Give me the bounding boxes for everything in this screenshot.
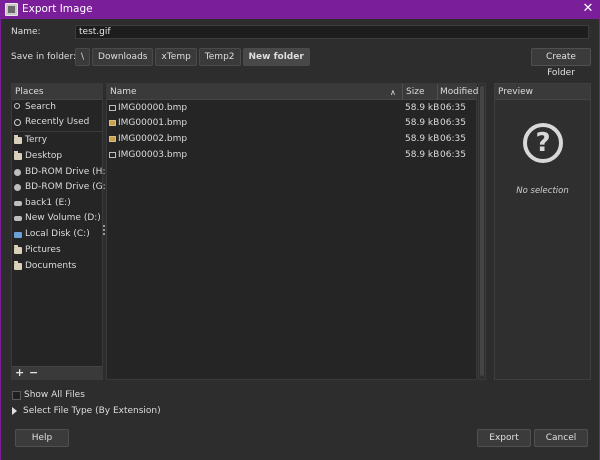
place-label: Local Disk (C:)	[25, 229, 90, 239]
place-bd-rom-g[interactable]: BD-ROM Drive (G:)	[12, 180, 109, 195]
place-label: Documents	[25, 261, 77, 271]
places-header: Places	[12, 84, 102, 100]
file-list-header: Name ∧ Size Modified	[107, 84, 478, 100]
network-drive-icon	[14, 232, 22, 238]
place-label: New Volume (D:)	[25, 213, 101, 223]
place-new-volume[interactable]: New Volume (D:)	[12, 211, 102, 226]
place-bd-rom-h[interactable]: BD-ROM Drive (H:)	[12, 165, 109, 180]
drive-icon	[14, 216, 22, 221]
cancel-button[interactable]: Cancel	[534, 429, 588, 447]
place-label: Terry	[25, 135, 48, 145]
close-icon[interactable]: ✕	[580, 1, 596, 17]
expander-arrow-icon[interactable]	[12, 407, 17, 415]
file-list-scrollbar[interactable]	[478, 83, 486, 380]
table-row[interactable]: IMG00002.bmp 58.9 kB 06:35	[107, 131, 476, 147]
place-label: back1 (E:)	[25, 198, 71, 208]
name-label: Name:	[11, 27, 41, 37]
app-icon	[5, 3, 18, 16]
disc-icon	[14, 169, 21, 176]
column-divider	[402, 84, 403, 100]
preview-header: Preview	[495, 84, 590, 100]
export-button[interactable]: Export	[477, 429, 531, 447]
file-name: IMG00001.bmp	[118, 118, 188, 128]
recent-icon	[14, 119, 21, 126]
bmp-icon	[109, 152, 116, 158]
folder-icon	[14, 261, 22, 270]
title-bar: Export Image ✕	[0, 0, 600, 19]
show-all-files-label[interactable]: Show All Files	[24, 390, 85, 400]
export-dialog: Name: test.gif Save in folder: \ Downloa…	[0, 19, 600, 460]
place-pictures[interactable]: Pictures	[12, 243, 102, 258]
help-button[interactable]: Help	[15, 429, 69, 447]
search-icon	[14, 103, 20, 109]
place-label: Search	[25, 102, 56, 112]
place-terry[interactable]: Terry	[12, 133, 102, 148]
place-label: BD-ROM Drive (G:)	[25, 182, 110, 192]
select-file-type-label[interactable]: Select File Type (By Extension)	[23, 406, 161, 416]
column-divider	[437, 84, 438, 100]
save-in-label: Save in folder:	[11, 52, 77, 62]
place-label: Recently Used	[25, 117, 90, 127]
no-selection-text: No selection	[516, 186, 569, 196]
column-modified[interactable]: Modified	[440, 84, 478, 100]
remove-place-button[interactable]: −	[29, 366, 38, 379]
table-row[interactable]: IMG00003.bmp 58.9 kB 06:35	[107, 147, 476, 163]
file-size: 58.9 kB	[405, 150, 440, 160]
file-list: Name ∧ Size Modified IMG00000.bmp 58.9 k…	[106, 83, 478, 380]
image-icon	[109, 120, 116, 126]
file-modified: 06:35	[440, 118, 466, 128]
question-icon: ?	[523, 123, 563, 163]
breadcrumb-downloads[interactable]: Downloads	[92, 48, 154, 66]
breadcrumb-root[interactable]: \	[75, 48, 91, 66]
bmp-icon	[109, 105, 116, 111]
column-size[interactable]: Size	[406, 84, 424, 100]
place-documents[interactable]: Documents	[12, 259, 102, 274]
folder-icon	[14, 151, 22, 160]
folder-icon	[14, 135, 22, 144]
file-size: 58.9 kB	[405, 134, 440, 144]
divider	[12, 131, 102, 132]
file-name: IMG00002.bmp	[118, 134, 188, 144]
create-folder-button[interactable]: Create Folder	[531, 48, 591, 78]
file-size: 58.9 kB	[405, 118, 440, 128]
place-local-disk[interactable]: Local Disk (C:)	[12, 227, 102, 242]
places-panel: Places Search Recently Used Terry Deskto…	[11, 83, 109, 380]
pane-resize-handle[interactable]	[103, 225, 105, 237]
show-all-files-checkbox[interactable]	[12, 391, 21, 400]
file-modified: 06:35	[440, 134, 466, 144]
column-name[interactable]: Name	[110, 84, 137, 100]
file-size: 58.9 kB	[405, 103, 440, 113]
breadcrumb: \ Downloads xTemp Temp2 New folder	[75, 48, 310, 66]
window-title: Export Image	[22, 3, 93, 15]
place-label: BD-ROM Drive (H:)	[25, 167, 109, 177]
breadcrumb-xtemp[interactable]: xTemp	[155, 48, 197, 66]
disc-icon	[14, 184, 21, 191]
folder-icon	[14, 245, 22, 254]
place-label: Desktop	[25, 151, 63, 161]
place-search[interactable]: Search	[12, 100, 102, 115]
place-label: Pictures	[25, 245, 61, 255]
table-row[interactable]: IMG00001.bmp 58.9 kB 06:35	[107, 115, 476, 131]
scrollbar-thumb[interactable]	[480, 86, 484, 376]
file-name: IMG00003.bmp	[118, 150, 188, 160]
place-desktop[interactable]: Desktop	[12, 149, 102, 164]
file-modified: 06:35	[440, 150, 466, 160]
table-row[interactable]: IMG00000.bmp 58.9 kB 06:35	[107, 100, 476, 116]
place-recently-used[interactable]: Recently Used	[12, 115, 102, 130]
name-input[interactable]: test.gif	[75, 25, 589, 39]
places-toolbar: + −	[12, 366, 102, 379]
sort-ascending-icon: ∧	[390, 88, 396, 97]
preview-panel: Preview ? No selection	[494, 83, 591, 380]
breadcrumb-temp2[interactable]: Temp2	[198, 48, 241, 66]
drive-icon	[14, 201, 22, 206]
place-back1[interactable]: back1 (E:)	[12, 196, 102, 211]
breadcrumb-new-folder[interactable]: New folder	[242, 48, 310, 66]
file-modified: 06:35	[440, 103, 466, 113]
image-icon	[109, 136, 116, 142]
add-place-button[interactable]: +	[15, 366, 24, 379]
file-name: IMG00000.bmp	[118, 103, 188, 113]
